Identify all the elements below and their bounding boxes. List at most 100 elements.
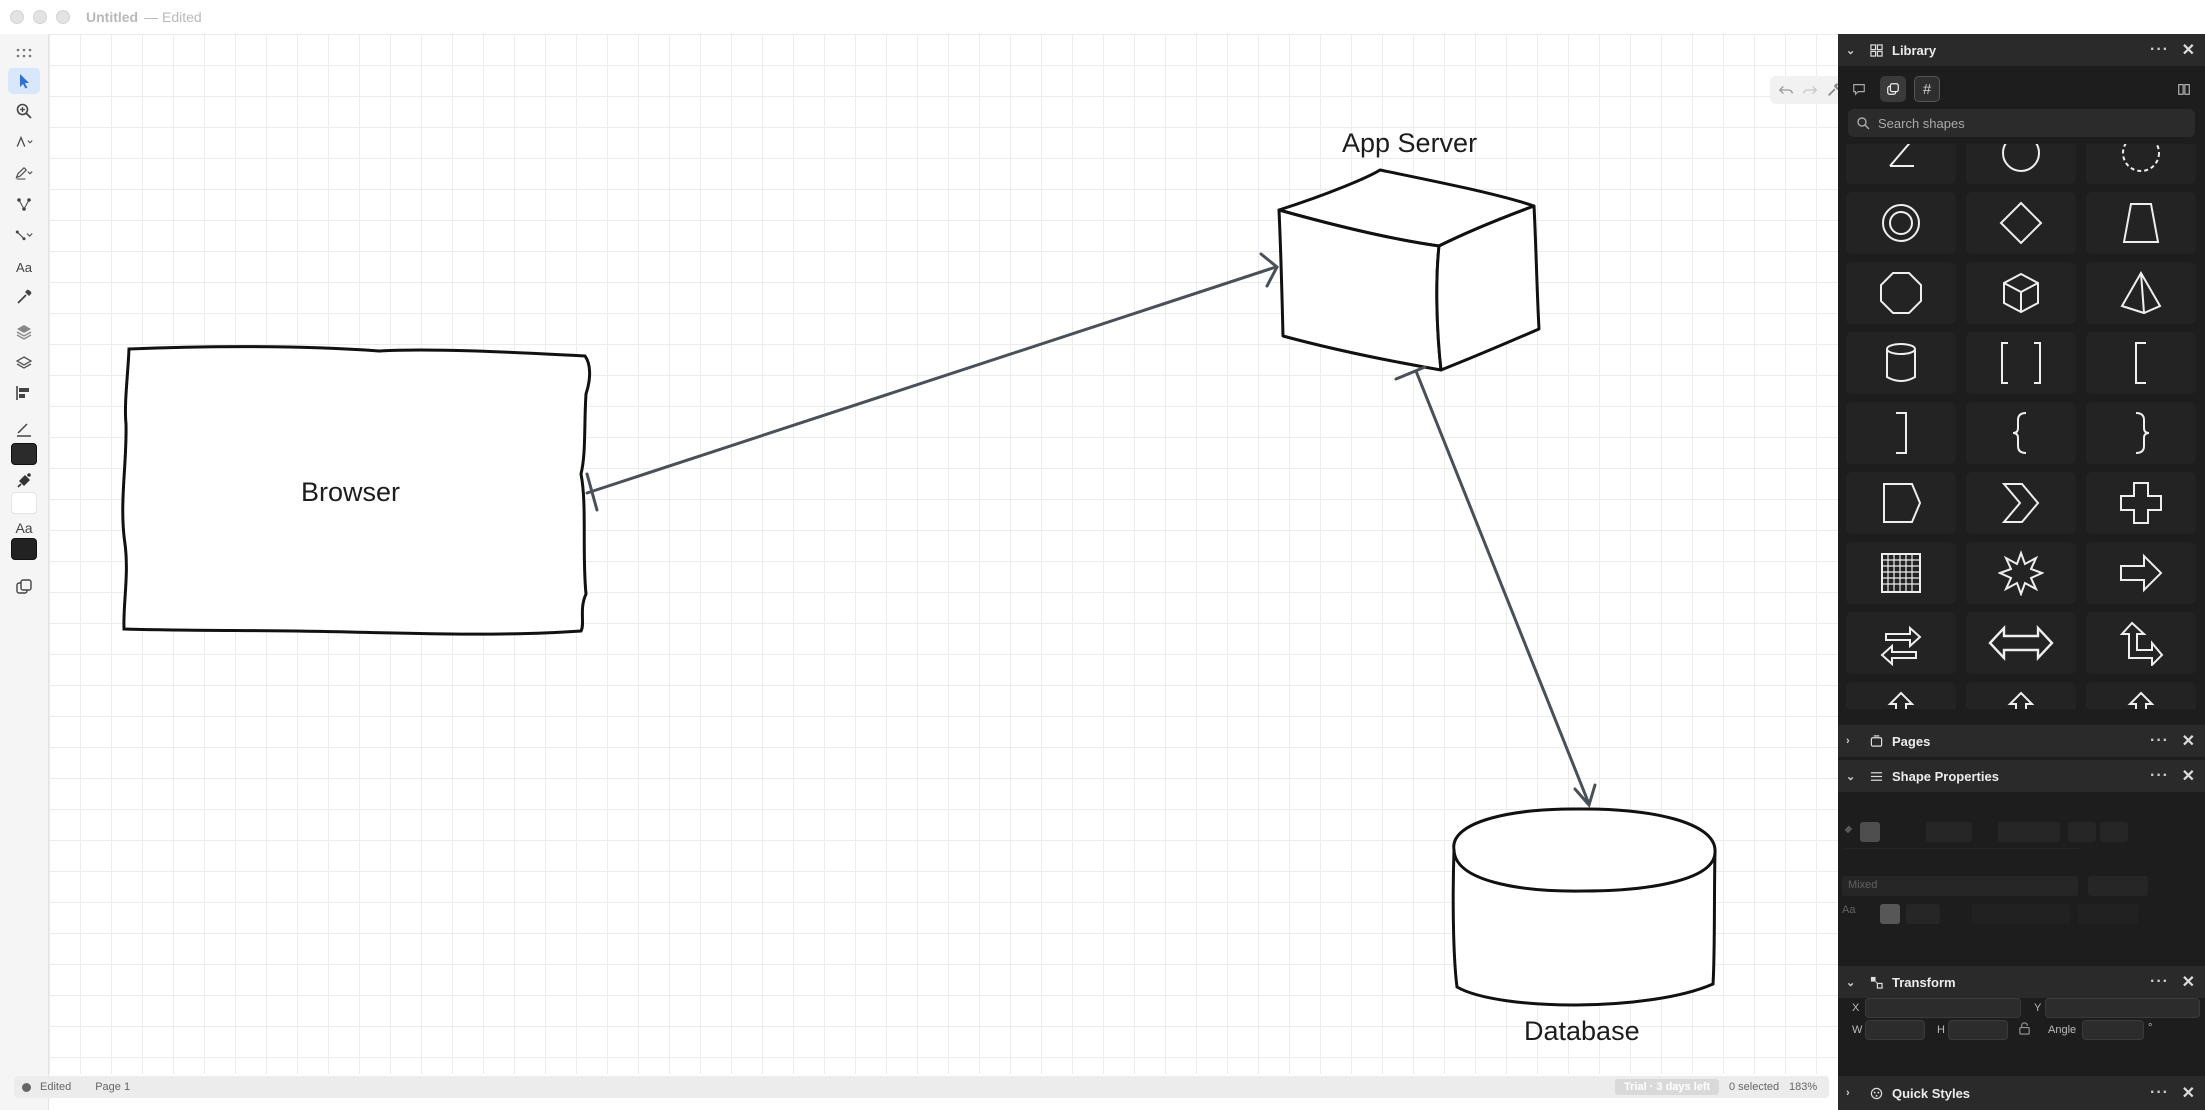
- close-icon[interactable]: ✕: [2182, 40, 2195, 60]
- arrow-end-select[interactable]: [2100, 822, 2128, 842]
- dash-style-select[interactable]: [1998, 822, 2060, 842]
- swap-arrows-shape[interactable]: [1846, 612, 1956, 674]
- layers-icon[interactable]: [8, 319, 40, 345]
- more-icon[interactable]: ···: [2150, 767, 2169, 785]
- connector-app-database[interactable]: [1394, 365, 1597, 809]
- page-indicator[interactable]: Page 1: [95, 1081, 130, 1093]
- octagon-shape[interactable]: [1846, 262, 1956, 324]
- duplicate-icon[interactable]: [8, 574, 40, 600]
- zoom-level[interactable]: 183%: [1789, 1081, 1817, 1093]
- fill-color-swatch[interactable]: [11, 492, 37, 514]
- hash-icon[interactable]: #: [1914, 76, 1940, 102]
- library-header[interactable]: ⌄ Library ··· ✕: [1838, 34, 2205, 66]
- circle-shape[interactable]: [1966, 144, 2076, 184]
- chevron-right-icon[interactable]: ›: [1846, 735, 1860, 747]
- fill-icon[interactable]: [8, 467, 40, 493]
- undo-icon[interactable]: [1777, 81, 1795, 99]
- zoom-window-button[interactable]: [56, 10, 70, 24]
- close-icon[interactable]: ✕: [2182, 1083, 2195, 1103]
- alignment-buttons[interactable]: [1842, 848, 2082, 868]
- text-align-buttons[interactable]: [1972, 904, 2070, 924]
- brackets-shape[interactable]: [1966, 332, 2076, 394]
- dashed-circle-shape[interactable]: [2086, 144, 2196, 184]
- triangle-shape[interactable]: [1846, 144, 1956, 184]
- chevron-down-icon[interactable]: ⌄: [1846, 770, 1860, 783]
- starburst-shape[interactable]: [1966, 542, 2076, 604]
- bent-arrow-shape[interactable]: [2086, 612, 2196, 674]
- cube-shape[interactable]: [1966, 262, 2076, 324]
- up-bent-arrow-shape[interactable]: [2086, 682, 2196, 709]
- comment-icon[interactable]: [1846, 76, 1872, 102]
- left-bracket-shape[interactable]: [2086, 332, 2196, 394]
- more-icon[interactable]: ···: [2150, 732, 2169, 750]
- wrench-icon[interactable]: [1825, 81, 1838, 99]
- node-icon[interactable]: [8, 191, 40, 217]
- lock-icon[interactable]: [2018, 1022, 2031, 1040]
- pointer-icon[interactable]: [8, 68, 40, 94]
- grip-icon[interactable]: [8, 40, 40, 66]
- close-icon[interactable]: ✕: [2182, 972, 2195, 992]
- font-select[interactable]: Mixed: [1842, 876, 2078, 896]
- redo-icon[interactable]: [1801, 81, 1819, 99]
- x-field[interactable]: [1865, 998, 2021, 1018]
- eyedropper-icon[interactable]: [8, 284, 40, 310]
- grid-shape[interactable]: [1846, 542, 1956, 604]
- double-arrow-shape[interactable]: [1966, 612, 2076, 674]
- shape-properties-header[interactable]: ⌄ Shape Properties ··· ✕: [1838, 760, 2205, 792]
- right-brace-shape[interactable]: [2086, 402, 2196, 464]
- more-icon[interactable]: ···: [2150, 41, 2169, 59]
- up-down-arrow-shape[interactable]: [1966, 682, 2076, 709]
- close-window-button[interactable]: [10, 10, 24, 24]
- text-icon[interactable]: Aa: [8, 254, 40, 280]
- stroke-icon[interactable]: [8, 417, 40, 443]
- arrow-start-select[interactable]: [2068, 822, 2096, 842]
- connector-icon[interactable]: [8, 222, 40, 248]
- copy-icon[interactable]: [1880, 76, 1906, 102]
- close-icon[interactable]: ✕: [2182, 731, 2195, 751]
- gradient-swatch[interactable]: [1906, 904, 1940, 924]
- text-color-swatch[interactable]: [11, 538, 37, 560]
- trial-badge[interactable]: Trial · 3 days left: [1615, 1079, 1720, 1095]
- pencil-icon[interactable]: [8, 160, 40, 186]
- up-arrow-shape[interactable]: [1846, 682, 1956, 709]
- layer-stack-icon[interactable]: [8, 350, 40, 376]
- pentagon-shape[interactable]: [1846, 472, 1956, 534]
- close-icon[interactable]: ✕: [2182, 766, 2195, 786]
- drawing-canvas[interactable]: Browser App Server Database: [49, 34, 1838, 1074]
- search-shapes-input[interactable]: Search shapes: [1848, 109, 2195, 137]
- font-size-select[interactable]: [2088, 876, 2148, 896]
- height-field[interactable]: [1948, 1020, 2008, 1040]
- zoom-icon[interactable]: [8, 98, 40, 124]
- text-color-swatch[interactable]: [1880, 904, 1900, 924]
- transform-header[interactable]: ⌄ Transform ··· ✕: [1838, 966, 2205, 998]
- more-icon[interactable]: ···: [2150, 973, 2169, 991]
- y-field[interactable]: [2045, 998, 2200, 1018]
- chevron-right-icon[interactable]: ›: [1846, 1087, 1860, 1099]
- diamond-shape[interactable]: [1966, 192, 2076, 254]
- quick-styles-header[interactable]: › Quick Styles ··· ✕: [1838, 1076, 2205, 1110]
- stroke-width-field[interactable]: [1926, 822, 1972, 842]
- more-icon[interactable]: ···: [2150, 1084, 2169, 1102]
- chevron-down-icon[interactable]: ⌄: [1846, 976, 1860, 989]
- cross-shape[interactable]: [2086, 472, 2196, 534]
- pen-icon[interactable]: [8, 129, 40, 155]
- chevron-shape[interactable]: [1966, 472, 2076, 534]
- chevron-down-icon[interactable]: ⌄: [1846, 44, 1860, 57]
- connector-browser-app[interactable]: [585, 252, 1279, 512]
- cylinder-shape[interactable]: [1846, 332, 1956, 394]
- width-field[interactable]: [1865, 1020, 1925, 1040]
- angle-field[interactable]: [2082, 1020, 2144, 1040]
- ring-shape[interactable]: [1846, 192, 1956, 254]
- minimize-window-button[interactable]: [33, 10, 47, 24]
- left-brace-shape[interactable]: [1966, 402, 2076, 464]
- pages-header[interactable]: › Pages ··· ✕: [1838, 725, 2205, 757]
- text-format-buttons[interactable]: [2078, 904, 2138, 924]
- stroke-color-swatch[interactable]: [11, 443, 37, 465]
- trapezoid-shape[interactable]: [2086, 192, 2196, 254]
- app-server-shape[interactable]: [1277, 168, 1541, 372]
- fill-swatch[interactable]: [1860, 822, 1880, 842]
- pyramid-shape[interactable]: [2086, 262, 2196, 324]
- database-shape[interactable]: [1451, 807, 1717, 1007]
- book-icon[interactable]: [2171, 76, 2197, 102]
- align-icon[interactable]: [8, 380, 40, 406]
